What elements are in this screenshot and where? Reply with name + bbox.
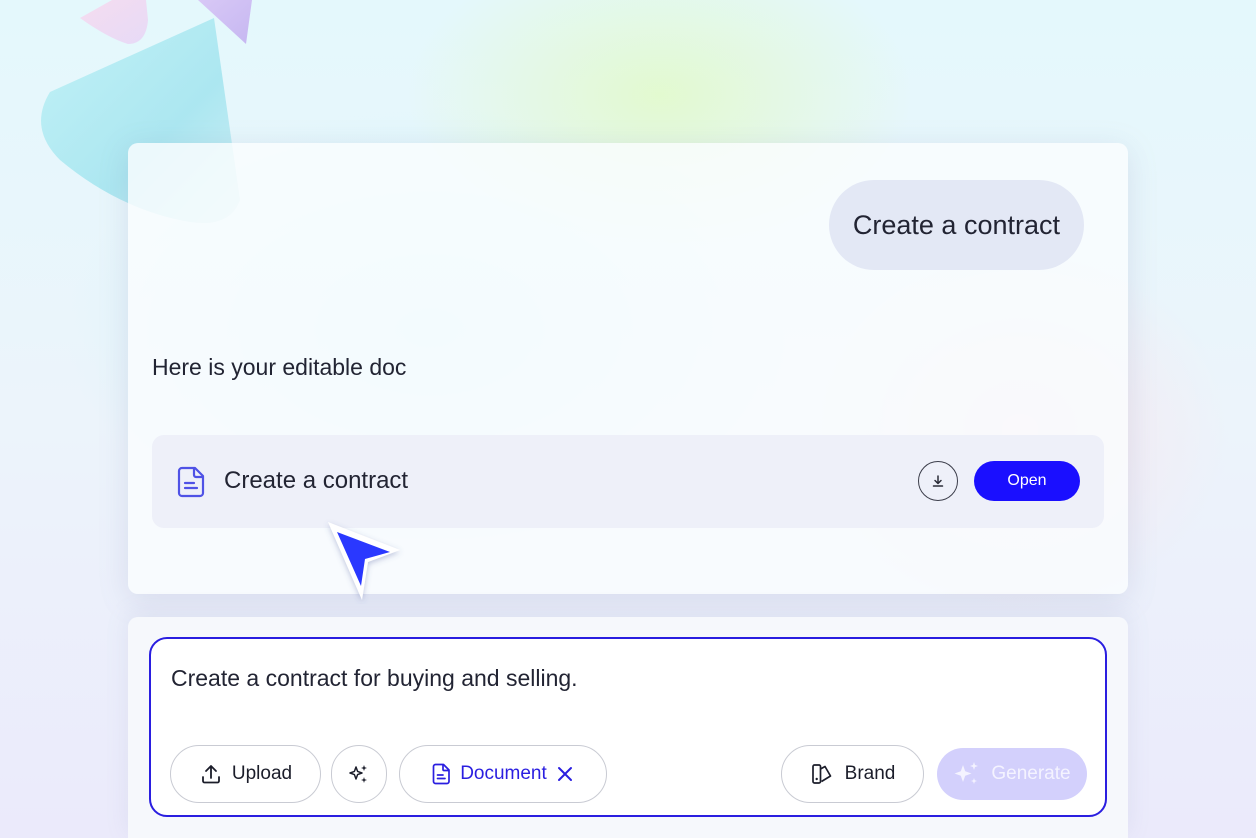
brand-icon (811, 764, 831, 784)
brand-label: Brand (844, 763, 896, 784)
brand-button[interactable]: Brand (781, 745, 924, 803)
generate-label: Generate (991, 763, 1071, 784)
sparkle-icon (954, 762, 979, 784)
open-button[interactable]: Open (974, 461, 1080, 501)
document-chip-label: Document (460, 763, 547, 784)
sparkle-icon (349, 765, 367, 783)
composer-panel: Create a contract for buying and selling… (128, 617, 1128, 838)
document-card[interactable]: Create a contract Open (152, 435, 1104, 528)
close-icon[interactable] (556, 765, 574, 783)
document-title: Create a contract (224, 467, 409, 494)
document-chip[interactable]: Document (399, 745, 607, 803)
chat-panel: Create a contract Here is your editable … (128, 143, 1128, 594)
upload-label: Upload (231, 763, 293, 784)
download-icon (932, 475, 944, 487)
document-icon (432, 763, 451, 785)
prompt-input[interactable]: Create a contract for buying and selling… (171, 665, 578, 692)
document-icon (177, 466, 205, 498)
pointer-cursor-icon (328, 522, 400, 600)
assistant-message: Here is your editable doc (152, 354, 407, 380)
magic-button[interactable] (331, 745, 387, 803)
upload-icon (201, 765, 220, 784)
download-button[interactable] (918, 461, 958, 501)
user-message-text: Create a contract (852, 209, 1060, 240)
generate-button[interactable]: Generate (937, 748, 1087, 800)
prompt-composer[interactable]: Create a contract for buying and selling… (149, 637, 1107, 817)
upload-button[interactable]: Upload (170, 745, 321, 803)
user-message-bubble: Create a contract (828, 180, 1084, 270)
